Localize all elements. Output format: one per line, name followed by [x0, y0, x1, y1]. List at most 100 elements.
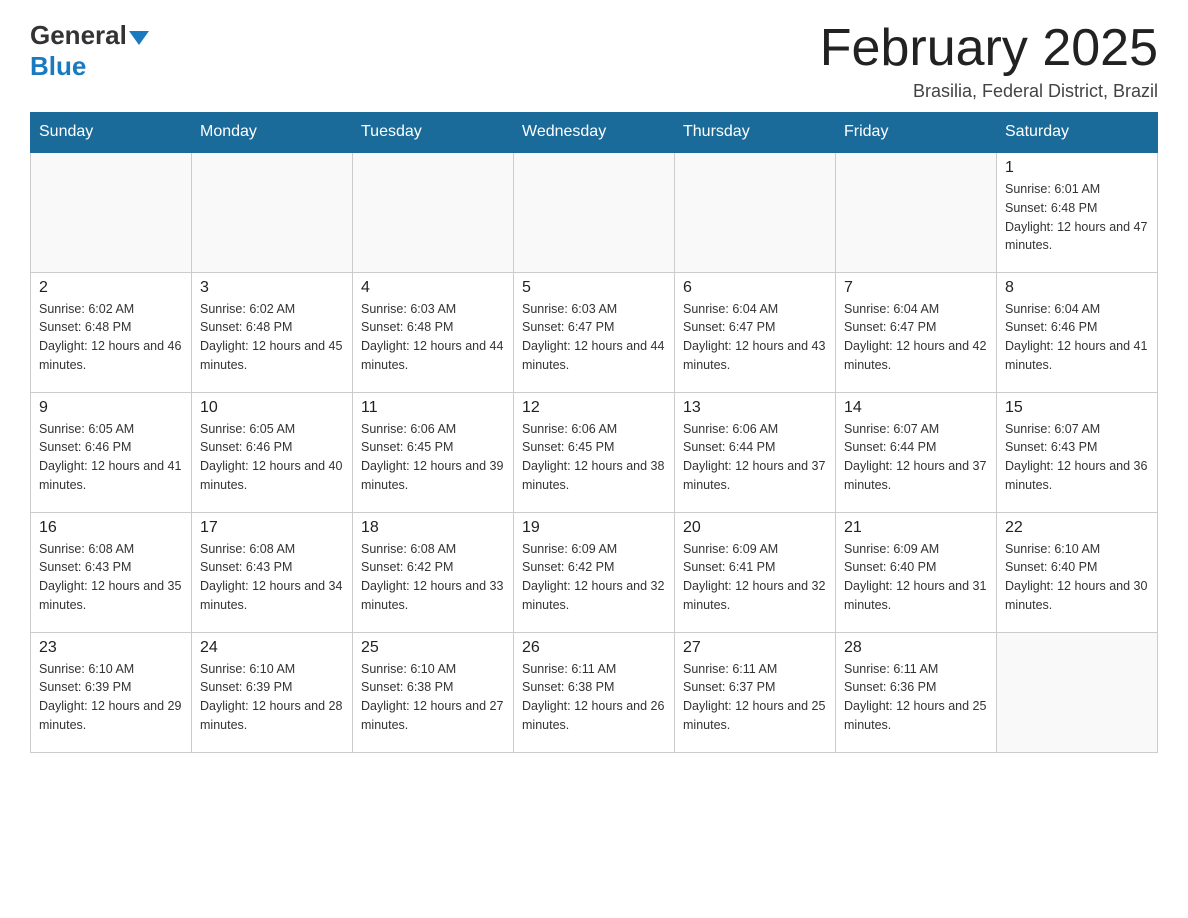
table-row: 28 Sunrise: 6:11 AMSunset: 6:36 PMDayligh… — [836, 632, 997, 752]
table-row: 24Sunrise: 6:10 AMSunset: 6:39 PMDayligh… — [192, 632, 353, 752]
day-info: Sunrise: 6:11 AMSunset: 6:38 PMDaylight:… — [522, 660, 666, 735]
day-info: Sunrise: 6:10 AMSunset: 6:38 PMDaylight:… — [361, 660, 505, 735]
day-number: 16 — [39, 519, 183, 537]
day-info: Sunrise: 6:06 AMSunset: 6:45 PMDaylight:… — [522, 420, 666, 495]
day-info: Sunrise: 6:11 AMSunset: 6:36 PMDaylight:… — [844, 660, 988, 735]
table-row: 23 Sunrise: 6:10 AMSunset: 6:39 PMDayligh… — [31, 632, 192, 752]
day-number: 28 — [844, 639, 988, 657]
day-header-friday: Friday — [836, 113, 997, 153]
table-row — [192, 152, 353, 272]
day-number: 17 — [200, 519, 344, 537]
days-of-week-row: SundayMondayTuesdayWednesdayThursdayFrid… — [31, 113, 1158, 153]
day-info: Sunrise: 6:08 AMSunset: 6:42 PMDaylight:… — [361, 540, 505, 615]
day-info: Sunrise: 6:07 AMSunset: 6:43 PMDaylight:… — [1005, 420, 1149, 495]
day-header-sunday: Sunday — [31, 113, 192, 153]
table-row: 10 Sunrise: 6:05 AMSunset: 6:46 PMDayligh… — [192, 392, 353, 512]
calendar-table: SundayMondayTuesdayWednesdayThursdayFrid… — [30, 112, 1158, 753]
table-row: 14Sunrise: 6:07 AMSunset: 6:44 PMDayligh… — [836, 392, 997, 512]
calendar-week-3: 9 Sunrise: 6:05 AMSunset: 6:46 PMDaylight… — [31, 392, 1158, 512]
logo-general: General — [30, 20, 127, 50]
day-number: 2 — [39, 279, 183, 297]
day-number: 1 — [1005, 159, 1149, 177]
day-header-monday: Monday — [192, 113, 353, 153]
table-row: 22Sunrise: 6:10 AMSunset: 6:40 PMDayligh… — [997, 512, 1158, 632]
table-row: 15 Sunrise: 6:07 AMSunset: 6:43 PMDayligh… — [997, 392, 1158, 512]
table-row: 5 Sunrise: 6:03 AMSunset: 6:47 PMDaylight… — [514, 272, 675, 392]
day-number: 4 — [361, 279, 505, 297]
day-number: 19 — [522, 519, 666, 537]
table-row — [675, 152, 836, 272]
day-number: 6 — [683, 279, 827, 297]
logo-blue-text: Blue — [30, 51, 86, 82]
table-row: 7Sunrise: 6:04 AMSunset: 6:47 PMDaylight… — [836, 272, 997, 392]
day-number: 15 — [1005, 399, 1149, 417]
table-row: 20 Sunrise: 6:09 AMSunset: 6:41 PMDayligh… — [675, 512, 836, 632]
day-info: Sunrise: 6:05 AMSunset: 6:46 PMDaylight:… — [39, 420, 183, 495]
day-number: 8 — [1005, 279, 1149, 297]
day-info: Sunrise: 6:05 AMSunset: 6:46 PMDaylight:… — [200, 420, 344, 495]
month-title: February 2025 — [820, 20, 1158, 77]
header: General Blue February 2025 Brasilia, Fed… — [30, 20, 1158, 102]
calendar-week-1: 1 Sunrise: 6:01 AMSunset: 6:48 PMDaylight… — [31, 152, 1158, 272]
table-row: 16 Sunrise: 6:08 AMSunset: 6:43 PMDayligh… — [31, 512, 192, 632]
location-subtitle: Brasilia, Federal District, Brazil — [820, 81, 1158, 102]
day-number: 10 — [200, 399, 344, 417]
day-number: 20 — [683, 519, 827, 537]
day-number: 3 — [200, 279, 344, 297]
calendar-week-5: 23 Sunrise: 6:10 AMSunset: 6:39 PMDayligh… — [31, 632, 1158, 752]
calendar-header: SundayMondayTuesdayWednesdayThursdayFrid… — [31, 113, 1158, 153]
logo-blue: Blue — [30, 51, 86, 81]
day-info: Sunrise: 6:04 AMSunset: 6:46 PMDaylight:… — [1005, 300, 1149, 375]
table-row: 2Sunrise: 6:02 AMSunset: 6:48 PMDaylight… — [31, 272, 192, 392]
day-header-thursday: Thursday — [675, 113, 836, 153]
logo: General — [30, 20, 149, 51]
title-area: February 2025 Brasilia, Federal District… — [820, 20, 1158, 102]
day-number: 18 — [361, 519, 505, 537]
day-number: 11 — [361, 399, 505, 417]
day-number: 26 — [522, 639, 666, 657]
day-info: Sunrise: 6:09 AMSunset: 6:41 PMDaylight:… — [683, 540, 827, 615]
day-number: 5 — [522, 279, 666, 297]
day-number: 7 — [844, 279, 988, 297]
day-info: Sunrise: 6:11 AMSunset: 6:37 PMDaylight:… — [683, 660, 827, 735]
day-header-wednesday: Wednesday — [514, 113, 675, 153]
day-info: Sunrise: 6:03 AMSunset: 6:48 PMDaylight:… — [361, 300, 505, 375]
table-row: 3 Sunrise: 6:02 AMSunset: 6:48 PMDaylight… — [192, 272, 353, 392]
day-number: 27 — [683, 639, 827, 657]
table-row: 9 Sunrise: 6:05 AMSunset: 6:46 PMDaylight… — [31, 392, 192, 512]
table-row: 4 Sunrise: 6:03 AMSunset: 6:48 PMDaylight… — [353, 272, 514, 392]
day-number: 12 — [522, 399, 666, 417]
day-header-saturday: Saturday — [997, 113, 1158, 153]
table-row: 19Sunrise: 6:09 AMSunset: 6:42 PMDayligh… — [514, 512, 675, 632]
day-number: 22 — [1005, 519, 1149, 537]
logo-area: General Blue — [30, 20, 149, 82]
day-number: 9 — [39, 399, 183, 417]
day-info: Sunrise: 6:04 AMSunset: 6:47 PMDaylight:… — [683, 300, 827, 375]
calendar-week-2: 2 Sunrise: 6:02 AMSunset: 6:48 PMDaylight… — [31, 272, 1158, 392]
day-info: Sunrise: 6:10 AMSunset: 6:39 PMDaylight:… — [200, 660, 344, 735]
day-number: 25 — [361, 639, 505, 657]
day-info: Sunrise: 6:06 AMSunset: 6:44 PMDaylight:… — [683, 420, 827, 495]
table-row: 26 Sunrise: 6:11 AMSunset: 6:38 PMDayligh… — [514, 632, 675, 752]
table-row: 25 Sunrise: 6:10 AMSunset: 6:38 PMDayligh… — [353, 632, 514, 752]
logo-triangle-icon — [129, 31, 149, 45]
day-info: Sunrise: 6:01 AMSunset: 6:48 PMDaylight:… — [1005, 180, 1149, 255]
table-row — [514, 152, 675, 272]
day-info: Sunrise: 6:03 AMSunset: 6:47 PMDaylight:… — [522, 300, 666, 375]
day-info: Sunrise: 6:02 AMSunset: 6:48 PMDaylight:… — [200, 300, 344, 375]
table-row: 21 Sunrise: 6:09 AMSunset: 6:40 PMDayligh… — [836, 512, 997, 632]
day-info: Sunrise: 6:08 AMSunset: 6:43 PMDaylight:… — [39, 540, 183, 615]
calendar-week-4: 16 Sunrise: 6:08 AMSunset: 6:43 PMDayligh… — [31, 512, 1158, 632]
day-info: Sunrise: 6:06 AMSunset: 6:45 PMDaylight:… — [361, 420, 505, 495]
day-info: Sunrise: 6:08 AMSunset: 6:43 PMDaylight:… — [200, 540, 344, 615]
table-row — [353, 152, 514, 272]
table-row: 11 Sunrise: 6:06 AMSunset: 6:45 PMDayligh… — [353, 392, 514, 512]
day-number: 13 — [683, 399, 827, 417]
calendar-body: 1 Sunrise: 6:01 AMSunset: 6:48 PMDaylight… — [31, 152, 1158, 752]
day-info: Sunrise: 6:10 AMSunset: 6:39 PMDaylight:… — [39, 660, 183, 735]
day-number: 21 — [844, 519, 988, 537]
table-row: 18 Sunrise: 6:08 AMSunset: 6:42 PMDayligh… — [353, 512, 514, 632]
day-info: Sunrise: 6:09 AMSunset: 6:40 PMDaylight:… — [844, 540, 988, 615]
day-number: 23 — [39, 639, 183, 657]
table-row: 13 Sunrise: 6:06 AMSunset: 6:44 PMDayligh… — [675, 392, 836, 512]
